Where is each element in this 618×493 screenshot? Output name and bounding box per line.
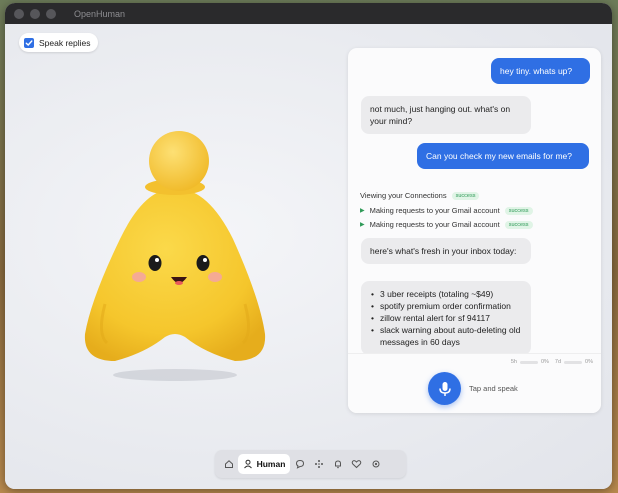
- app-title: OpenHuman: [74, 8, 126, 19]
- speak-replies-label: Speak replies: [39, 37, 91, 48]
- assistant-message: here's what's fresh in your inbox today:: [361, 238, 531, 264]
- window-controls: [14, 8, 56, 19]
- expand-arrow-icon[interactable]: ▶: [360, 207, 365, 214]
- usage-stat-label: 5h: [510, 359, 517, 365]
- nav-settings[interactable]: [366, 454, 385, 474]
- usage-stats: 5h 0% 7d 0%: [511, 359, 593, 365]
- expand-arrow-icon[interactable]: ▶: [360, 221, 365, 228]
- sparkle-icon: [314, 460, 323, 468]
- status-badge: success: [504, 220, 533, 229]
- home-icon: [224, 460, 233, 468]
- title-bar: OpenHuman: [5, 3, 612, 24]
- assistant-message: not much, just hanging out. what's on yo…: [361, 96, 531, 134]
- chat-panel: hey tiny. whats up? not much, just hangi…: [348, 48, 601, 413]
- minimize-window-button[interactable]: [30, 8, 40, 19]
- nav-favorites[interactable]: [347, 454, 366, 474]
- assistant-message: 3 uber receipts (totaling ~$49) spotify …: [361, 281, 531, 353]
- message-list[interactable]: hey tiny. whats up? not much, just hangi…: [348, 48, 601, 353]
- nav-human-label: Human: [256, 459, 286, 469]
- gear-icon: [372, 460, 379, 468]
- email-summary-list: 3 uber receipts (totaling ~$49) spotify …: [370, 288, 522, 348]
- status-badge: success: [504, 206, 533, 215]
- usage-stat-value: 0%: [585, 359, 593, 365]
- tool-call-row[interactable]: Viewing your Connections success: [360, 191, 480, 200]
- mic-button[interactable]: [428, 372, 461, 405]
- tool-call-label: Making requests to your Gmail account: [369, 220, 500, 229]
- nav-notifications[interactable]: [328, 454, 347, 474]
- microphone-icon: [438, 381, 451, 396]
- check-icon: [25, 39, 33, 46]
- user-message: Can you check my new emails for me?: [417, 143, 589, 169]
- zoom-window-button[interactable]: [46, 8, 56, 19]
- usage-stat-value: 0%: [540, 359, 549, 365]
- message-text: not much, just hanging out. what's on yo…: [370, 104, 511, 126]
- tool-call-row[interactable]: ▶ Making requests to your Gmail account …: [360, 206, 533, 215]
- nav-human[interactable]: Human: [238, 454, 290, 474]
- user-message: hey tiny. whats up?: [491, 58, 590, 84]
- bell-icon: [334, 460, 341, 469]
- tool-call-label: Viewing your Connections: [360, 191, 447, 200]
- person-icon: [243, 459, 252, 469]
- usage-bar: [519, 360, 538, 364]
- heart-icon: [351, 460, 362, 469]
- list-item: 3 uber receipts (totaling ~$49): [370, 288, 522, 300]
- list-item: slack warning about auto-deleting old me…: [370, 324, 522, 348]
- list-item: zillow rental alert for sf 94117: [370, 312, 522, 324]
- usage-stat: 7d 0%: [555, 359, 593, 365]
- mascot-character: [75, 129, 275, 394]
- message-text: Can you check my new emails for me?: [426, 151, 572, 161]
- list-item: spotify premium order confirmation: [370, 300, 522, 312]
- main-area: Speak replies hey tiny. whats up? not mu…: [5, 24, 612, 489]
- nav-chat[interactable]: [290, 454, 309, 474]
- tap-and-speak-label: Tap and speak: [469, 384, 518, 393]
- usage-stat-label: 7d: [554, 359, 562, 365]
- chat-footer: 5h 0% 7d 0% Tap and speak: [348, 353, 601, 413]
- close-window-button[interactable]: [14, 8, 24, 19]
- nav-home[interactable]: [219, 454, 238, 474]
- chat-icon: [295, 459, 304, 469]
- speak-replies-checkbox[interactable]: [24, 37, 34, 48]
- app-window: OpenHuman Speak replies hey tiny. whats …: [5, 3, 612, 489]
- usage-stat: 5h 0%: [511, 359, 549, 365]
- bottom-nav: Human: [215, 450, 406, 478]
- speak-replies-toggle[interactable]: Speak replies: [19, 33, 98, 52]
- tool-call-row[interactable]: ▶ Making requests to your Gmail account …: [360, 220, 533, 229]
- message-text: here's what's fresh in your inbox today:: [370, 246, 517, 256]
- message-text: hey tiny. whats up?: [500, 66, 573, 76]
- status-badge: success: [451, 191, 480, 200]
- usage-bar: [564, 360, 583, 364]
- nav-skills[interactable]: [309, 454, 328, 474]
- tool-call-label: Making requests to your Gmail account: [369, 206, 500, 215]
